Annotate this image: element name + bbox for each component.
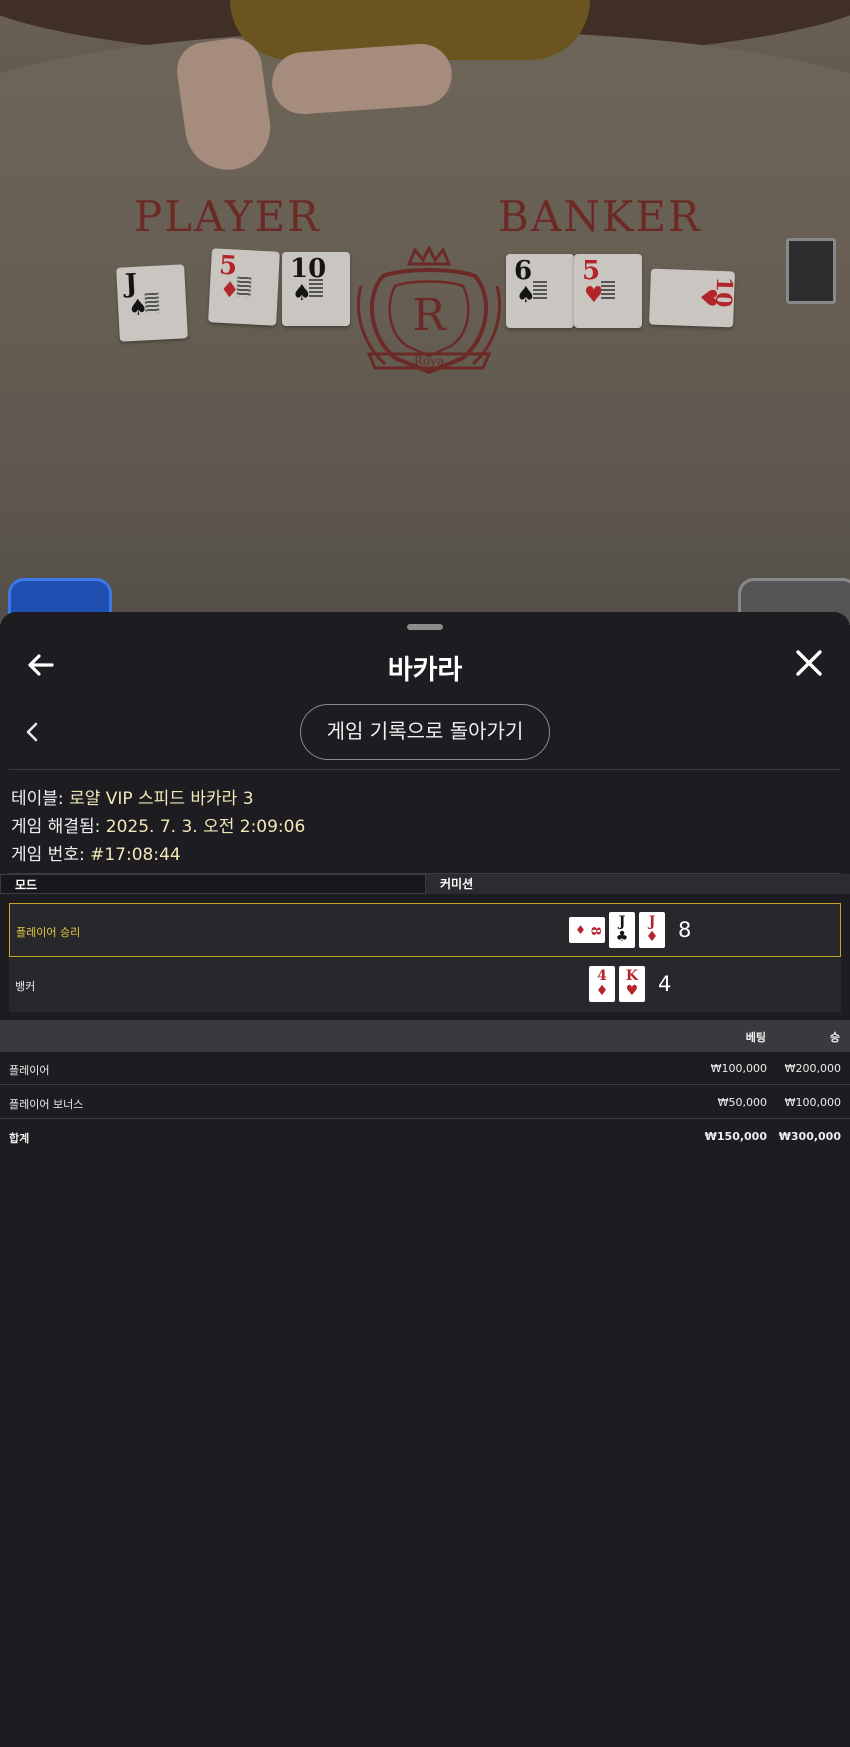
bets-table-header: 베팅 승 (0, 1020, 850, 1052)
result-card-banker-1: 4 ♦ (589, 966, 615, 1002)
card-rank: K (625, 968, 639, 984)
close-icon[interactable] (794, 648, 824, 678)
bet-name: 플레이어 (9, 1064, 50, 1077)
card-rank: J (648, 914, 656, 930)
table-row: 플레이어 보너스 ₩50,000 ₩100,000 (0, 1086, 850, 1119)
bet-name: 플레이어 보너스 (9, 1098, 84, 1111)
total-bet: ₩150,000 (704, 1130, 767, 1143)
info-game-no-key: 게임 번호: (11, 845, 91, 865)
player-score: 8 (678, 918, 692, 942)
win-amount: ₩200,000 (784, 1062, 841, 1075)
card-rank: 8 (587, 926, 603, 936)
info-table: 테이블: 로얄 VIP 스피드 바카라 3 (11, 784, 254, 809)
card-suit: ♥ (694, 287, 722, 308)
result-card-player-1: ♦ 8 (569, 917, 605, 943)
banker-result-label: 뱅커 (15, 980, 36, 993)
dealer-right-hand (270, 41, 454, 117)
info-resolved: 게임 해결됨: 2025. 7. 3. 오전 2:09:06 (11, 812, 305, 837)
player-card-1: J ♠ (116, 264, 188, 342)
win-column-header: 승 (829, 1031, 840, 1044)
chevron-left-icon[interactable] (22, 720, 42, 744)
royal-crest-logo: R Roya (357, 246, 501, 375)
info-table-key: 테이블: (11, 789, 70, 809)
sheet-title: 바카라 (387, 655, 463, 686)
bet-amount: ₩50,000 (717, 1096, 767, 1109)
table-row: 플레이어 ₩100,000 ₩200,000 (0, 1052, 850, 1085)
info-game-no-value: #17:08:44 (90, 845, 181, 865)
result-card-player-2: J ♣ (609, 912, 635, 948)
total-win: ₩300,000 (778, 1130, 841, 1143)
banker-card-3: 10 ♥ (649, 268, 737, 328)
banker-card-2: 5 ♥ (574, 254, 642, 328)
card-shoe (786, 238, 836, 304)
info-resolved-value: 2025. 7. 3. 오전 2:09:06 (105, 817, 306, 837)
info-game-no: 게임 번호: #17:08:44 (11, 840, 181, 865)
player-card-3: 10 ♠ (282, 252, 350, 326)
card-suit: ♣ (615, 929, 629, 945)
felt-player-label: PLAYER (134, 192, 321, 241)
result-card-player-3: J ♦ (639, 912, 665, 948)
crest-ribbon: Roya (414, 354, 444, 368)
info-table-value: 로얄 VIP 스피드 바카라 3 (69, 789, 254, 809)
card-suit: ♦ (595, 983, 609, 999)
tab-commission[interactable]: 커미션 (426, 874, 850, 894)
card-suit: ♦ (645, 929, 659, 945)
card-rank: 4 (597, 968, 607, 984)
card-rank: J (618, 914, 626, 930)
mode-tabs: 모드 커미션 (0, 874, 850, 894)
total-row: 합계 ₩150,000 ₩300,000 (0, 1120, 850, 1153)
game-detail-sheet: 바카라 게임 기록으로 돌아가기 테이블: 로얄 VIP 스피드 바카라 3 게… (0, 612, 850, 1747)
live-video: PLAYER BANKER J ♠ 5 ♦ 10 ♠ R Roya 6 ♠ 5 … (0, 0, 850, 625)
bet-amount: ₩100,000 (710, 1062, 767, 1075)
player-result-label: 플레이어 승리 (16, 926, 81, 939)
player-card-2: 5 ♦ (208, 248, 280, 326)
sheet-grabber[interactable] (407, 624, 443, 630)
tab-mode[interactable]: 모드 (0, 874, 426, 894)
felt-banker-label: BANKER (498, 192, 702, 241)
card-suit: ♥ (625, 983, 639, 999)
banker-result-row: 뱅커 4 ♦ K ♥ 4 (9, 958, 841, 1012)
back-to-history-button[interactable]: 게임 기록으로 돌아가기 (300, 704, 550, 760)
result-card-banker-2: K ♥ (619, 966, 645, 1002)
bet-column-header: 베팅 (745, 1031, 766, 1044)
banker-card-1: 6 ♠ (506, 254, 574, 328)
banker-score: 4 (658, 972, 672, 996)
player-result-row: 플레이어 승리 ♦ 8 J ♣ J ♦ 8 (9, 903, 841, 957)
crest-letter: R (412, 290, 447, 341)
total-label: 합계 (9, 1132, 30, 1145)
info-resolved-key: 게임 해결됨: (11, 817, 106, 837)
divider (9, 769, 841, 770)
win-amount: ₩100,000 (784, 1096, 841, 1109)
